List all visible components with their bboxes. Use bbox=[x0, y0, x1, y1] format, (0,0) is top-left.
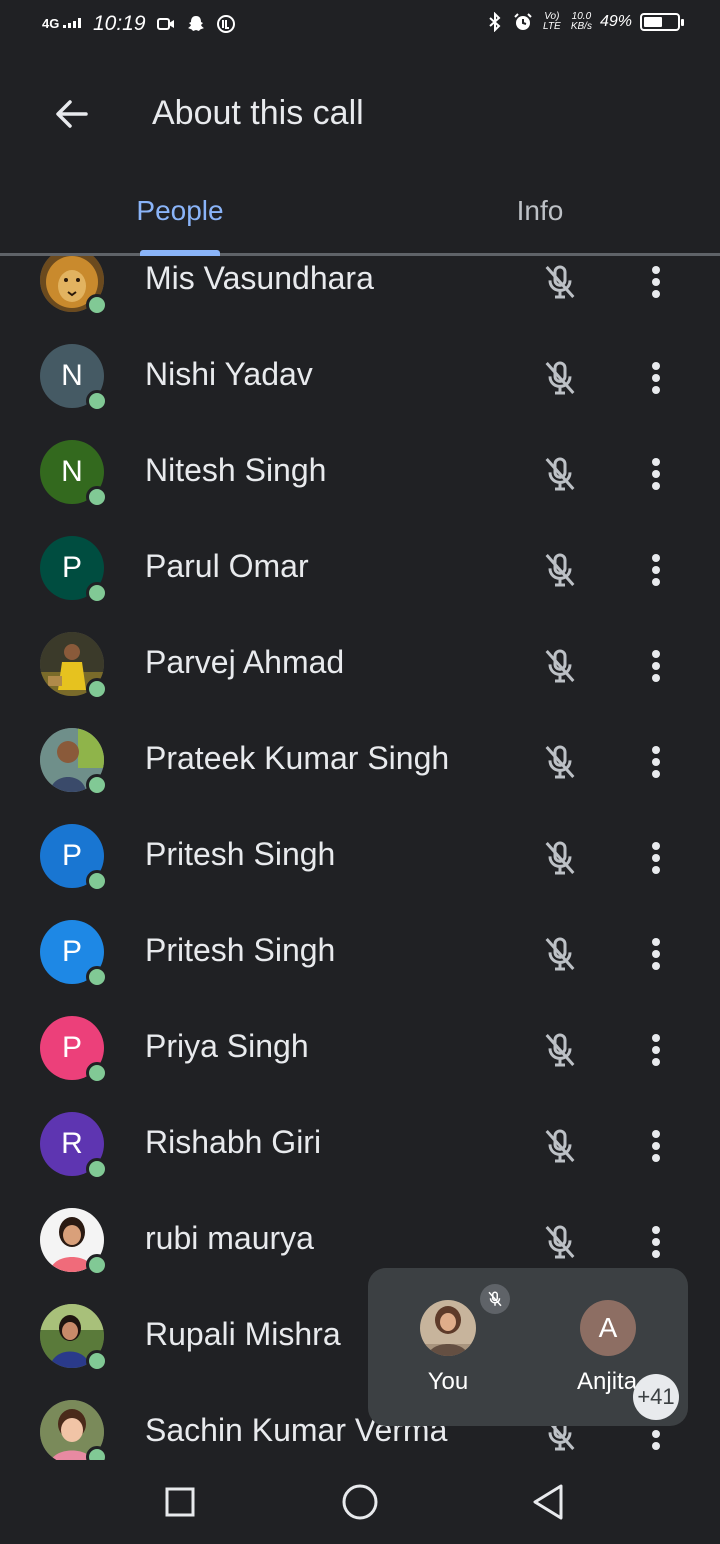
participant-name: rubi maurya bbox=[145, 1220, 314, 1256]
mic-off-icon bbox=[538, 260, 582, 304]
bluetooth-icon bbox=[489, 12, 501, 32]
tab-bar: People Info bbox=[0, 168, 720, 256]
mic-off-icon bbox=[538, 1124, 582, 1168]
participant-name: Prateek Kumar Singh bbox=[145, 740, 450, 776]
app-bar: About this call bbox=[0, 56, 720, 168]
more-options-button[interactable] bbox=[636, 1220, 676, 1264]
participant-name: Nishi Yadav bbox=[145, 356, 313, 392]
participant-row[interactable]: P Priya Singh bbox=[0, 1000, 720, 1096]
participant-name: Parvej Ahmad bbox=[145, 644, 345, 680]
self-photo bbox=[420, 1300, 476, 1356]
mic-off-icon bbox=[538, 644, 582, 688]
alarm-icon bbox=[514, 13, 532, 30]
participant-row[interactable]: Parvej Ahmad bbox=[0, 616, 720, 712]
mic-off-icon bbox=[538, 932, 582, 976]
signal-icon bbox=[62, 18, 81, 28]
mic-off-icon bbox=[538, 740, 582, 784]
participant-name: Parul Omar bbox=[145, 548, 309, 584]
participant-row[interactable]: R Rishabh Giri bbox=[0, 1096, 720, 1192]
clock-time: 10:19 bbox=[92, 12, 146, 35]
snapchat-icon bbox=[187, 16, 204, 31]
more-options-button[interactable] bbox=[636, 548, 676, 592]
participant-row[interactable]: P Parul Omar bbox=[0, 520, 720, 616]
participant-row[interactable]: N Nishi Yadav bbox=[0, 328, 720, 424]
mic-off-icon bbox=[538, 1220, 582, 1264]
mic-off-icon bbox=[538, 548, 582, 592]
participant-name: Mis Vasundhara bbox=[145, 260, 374, 296]
more-options-button[interactable] bbox=[636, 644, 676, 688]
online-status-dot bbox=[86, 1254, 108, 1276]
online-status-dot bbox=[86, 294, 108, 316]
more-options-button[interactable] bbox=[636, 1028, 676, 1072]
online-status-dot bbox=[86, 582, 108, 604]
network-type: 4G bbox=[42, 16, 60, 31]
participant-row[interactable]: P Pritesh Singh bbox=[0, 904, 720, 1000]
volte-indicator: Vo) LTE bbox=[543, 11, 561, 32]
speed-unit: KB/s bbox=[570, 21, 592, 32]
more-options-button[interactable] bbox=[636, 1124, 676, 1168]
participant-name: Rupali Mishra bbox=[145, 1316, 341, 1352]
other-label: Anjita bbox=[577, 1368, 638, 1395]
tab-info[interactable]: Info bbox=[360, 168, 720, 253]
battery-percent: 49% bbox=[599, 13, 632, 30]
mic-off-icon bbox=[538, 1028, 582, 1072]
participant-row[interactable]: Mis Vasundhara bbox=[0, 256, 720, 328]
battery-fill bbox=[644, 17, 662, 27]
participant-name: Nitesh Singh bbox=[145, 452, 327, 488]
recents-button[interactable] bbox=[158, 1480, 202, 1524]
online-status-dot bbox=[86, 870, 108, 892]
self-label: You bbox=[427, 1368, 469, 1395]
participant-row[interactable]: Prateek Kumar Singh bbox=[0, 712, 720, 808]
mic-off-icon bbox=[538, 836, 582, 880]
participant-name: Rishabh Giri bbox=[145, 1124, 322, 1160]
online-status-dot bbox=[86, 1158, 108, 1180]
system-nav-bar bbox=[0, 1460, 720, 1544]
circle-icon bbox=[342, 1484, 378, 1520]
online-status-dot bbox=[86, 774, 108, 796]
more-options-button[interactable] bbox=[636, 932, 676, 976]
network-speed: 10.0 KB/s bbox=[571, 12, 592, 32]
arrow-back-icon bbox=[56, 100, 88, 128]
battery-icon bbox=[640, 13, 684, 31]
online-status-dot bbox=[86, 390, 108, 412]
app-notification-icon bbox=[216, 15, 235, 33]
more-options-button[interactable] bbox=[636, 452, 676, 496]
home-button[interactable] bbox=[338, 1480, 382, 1524]
triangle-back-icon bbox=[533, 1484, 563, 1520]
network-indicator: 4G bbox=[42, 16, 83, 31]
mic-off-icon bbox=[538, 452, 582, 496]
self-mic-off-icon bbox=[480, 1284, 510, 1314]
status-bar: 4G 10:19 Vo) LTE 10.0 KB/s 49% bbox=[0, 0, 720, 56]
more-participants-badge: +41 bbox=[633, 1374, 679, 1420]
online-status-dot bbox=[86, 678, 108, 700]
participant-name: Pritesh Singh bbox=[145, 932, 336, 968]
floating-participants-card[interactable]: You A Anjita +41 bbox=[368, 1268, 688, 1426]
back-button[interactable] bbox=[42, 84, 102, 144]
tab-people[interactable]: People bbox=[0, 168, 360, 253]
online-status-dot bbox=[86, 1350, 108, 1372]
more-options-button[interactable] bbox=[636, 260, 676, 304]
participant-row[interactable]: P Pritesh Singh bbox=[0, 808, 720, 904]
square-icon bbox=[165, 1487, 195, 1517]
page-title: About this call bbox=[152, 94, 364, 132]
online-status-dot bbox=[86, 1062, 108, 1084]
other-avatar: A bbox=[580, 1300, 636, 1356]
back-nav-button[interactable] bbox=[526, 1480, 570, 1524]
mic-off-icon bbox=[538, 356, 582, 400]
online-status-dot bbox=[86, 966, 108, 988]
more-options-button[interactable] bbox=[636, 740, 676, 784]
online-status-dot bbox=[86, 486, 108, 508]
more-options-button[interactable] bbox=[636, 836, 676, 880]
participant-row[interactable]: N Nitesh Singh bbox=[0, 424, 720, 520]
more-options-button[interactable] bbox=[636, 356, 676, 400]
participant-name: Pritesh Singh bbox=[145, 836, 336, 872]
video-camera-icon bbox=[156, 18, 174, 30]
online-status-dot bbox=[86, 1446, 108, 1460]
participant-name: Priya Singh bbox=[145, 1028, 309, 1064]
self-avatar bbox=[420, 1300, 476, 1356]
